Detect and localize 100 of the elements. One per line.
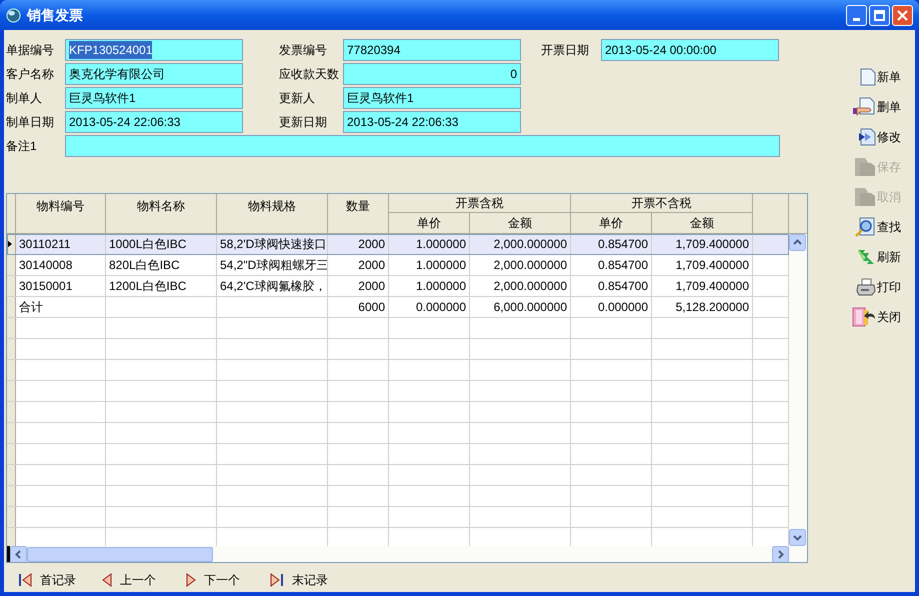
input-field[interactable] xyxy=(65,135,780,157)
input-field[interactable]: 2013-05-24 22:06:33 xyxy=(65,111,243,133)
folder-icon xyxy=(854,187,876,207)
toolbar-button[interactable]: 关闭 xyxy=(852,302,915,332)
field-label: 制单人 xyxy=(6,90,42,107)
nav-button[interactable]: 上一个 xyxy=(102,571,186,589)
window-title: 销售发票 xyxy=(27,6,83,24)
table-row[interactable]: 30110211 1000L白色IBC 58,2'D球阀快速接口 2000 1.000000 2,000.000000 0.854700 1,709.400000 xyxy=(7,234,789,255)
toolbar-button[interactable]: 新单 xyxy=(852,62,915,92)
document-icon xyxy=(860,68,876,86)
toolbar-button[interactable]: 打印 xyxy=(852,272,915,302)
last-record-icon xyxy=(270,573,284,587)
table-cell: 0.854700 xyxy=(571,234,652,254)
input-field[interactable]: 奥克化学有限公司 xyxy=(65,63,243,85)
folder-icon xyxy=(854,157,876,177)
table-cell: 1.000000 xyxy=(389,255,470,275)
column-header[interactable]: 单价 xyxy=(571,213,652,233)
table-cell: 5,128.200000 xyxy=(652,297,753,317)
table-cell: 0.854700 xyxy=(571,276,652,296)
column-group-header[interactable]: 开票不含税 xyxy=(571,194,753,213)
hand-document-icon xyxy=(852,97,876,117)
minimize-icon xyxy=(853,18,860,20)
scroll-right-icon xyxy=(772,546,789,562)
column-header[interactable]: 数量 xyxy=(328,194,389,233)
field-label: 备注1 xyxy=(6,138,37,155)
field-label: 制单日期 xyxy=(6,114,54,131)
column-header[interactable]: 物料编号 xyxy=(16,194,106,233)
toolbar-button[interactable]: 查找 xyxy=(852,212,915,242)
maximize-icon xyxy=(874,10,885,20)
field-label: 更新日期 xyxy=(279,114,327,131)
forward-document-icon xyxy=(858,128,876,146)
input-field[interactable]: 巨灵鸟软件1 xyxy=(343,87,521,109)
field-label: 开票日期 xyxy=(541,42,589,59)
table-cell: 1.000000 xyxy=(389,276,470,296)
input-field[interactable]: 77820394 xyxy=(343,39,521,61)
table-cell: 2000 xyxy=(328,255,389,275)
scroll-down-icon xyxy=(789,529,806,546)
input-field[interactable]: 巨灵鸟软件1 xyxy=(65,87,243,109)
toolbar-button[interactable]: 删单 xyxy=(852,92,915,122)
scroll-up-icon xyxy=(789,234,806,251)
table-cell: 30110211 xyxy=(16,234,106,254)
table-cell: 2,000.000000 xyxy=(470,255,571,275)
printer-icon xyxy=(856,278,876,296)
table-cell: 30140008 xyxy=(16,255,106,275)
table-cell: 6,000.000000 xyxy=(470,297,571,317)
table-cell: 58,2'D球阀快速接口 xyxy=(217,234,328,254)
nav-button[interactable]: 末记录 xyxy=(270,571,354,589)
table-row[interactable]: 合计 6000 0.000000 6,000.000000 0.000000 5,128.200000 xyxy=(7,297,789,318)
nav-button[interactable]: 首记录 xyxy=(18,571,102,589)
exit-door-icon xyxy=(852,307,876,327)
row-header[interactable] xyxy=(7,234,16,254)
table-cell: 820L白色IBC xyxy=(106,255,217,275)
search-icon xyxy=(854,217,876,237)
maximize-button[interactable] xyxy=(869,4,890,26)
table-cell: 30150001 xyxy=(16,276,106,296)
input-field[interactable]: 2013-05-24 22:06:33 xyxy=(343,111,521,133)
table-cell: 1000L白色IBC xyxy=(106,234,217,254)
nav-button[interactable]: 下一个 xyxy=(186,571,270,589)
close-button[interactable] xyxy=(892,4,913,26)
toolbar-button[interactable]: 修改 xyxy=(852,122,915,152)
table-cell: 2000 xyxy=(328,276,389,296)
table-cell: 1,709.400000 xyxy=(652,234,753,254)
globe-icon xyxy=(6,8,21,22)
field-label: 单据编号 xyxy=(6,42,54,59)
column-group-header[interactable]: 开票含税 xyxy=(389,194,571,213)
first-record-icon xyxy=(18,573,32,587)
refresh-icon xyxy=(856,247,876,267)
field-label: 发票编号 xyxy=(279,42,327,59)
table-cell: 1.000000 xyxy=(389,234,470,254)
table-cell: 0.000000 xyxy=(571,297,652,317)
input-field[interactable]: 0 xyxy=(343,63,521,85)
minimize-button[interactable] xyxy=(846,4,867,26)
field-label: 应收款天数 xyxy=(279,66,339,83)
input-field[interactable]: 2013-05-24 00:00:00 xyxy=(601,39,779,61)
input-field[interactable]: KFP130524001 xyxy=(65,39,243,61)
vertical-scrollbar[interactable] xyxy=(789,234,807,546)
table-cell: 2000 xyxy=(328,234,389,254)
table-cell: 2,000.000000 xyxy=(470,276,571,296)
column-header[interactable]: 物料名称 xyxy=(106,194,217,233)
table-cell: 1200L白色IBC xyxy=(106,276,217,296)
row-pointer-icon xyxy=(7,240,12,248)
table-cell: 合计 xyxy=(16,297,106,317)
table-cell: 0.000000 xyxy=(389,297,470,317)
close-icon xyxy=(897,10,908,20)
table-cell: 0.854700 xyxy=(571,255,652,275)
field-label: 更新人 xyxy=(279,90,315,107)
table-cell: 6000 xyxy=(328,297,389,317)
column-header[interactable]: 单价 xyxy=(389,213,470,233)
column-header[interactable]: 金额 xyxy=(652,213,753,233)
horizontal-scrollbar[interactable] xyxy=(7,546,807,562)
table-cell: 64,2'C球阀氟橡胶， xyxy=(217,276,328,296)
toolbar-button[interactable]: 刷新 xyxy=(852,242,915,272)
table-cell: 2,000.000000 xyxy=(470,234,571,254)
table-cell: 1,709.400000 xyxy=(652,276,753,296)
field-label: 客户名称 xyxy=(6,66,54,83)
next-icon xyxy=(186,573,196,587)
column-header[interactable]: 金额 xyxy=(470,213,571,233)
table-row[interactable]: 30150001 1200L白色IBC 64,2'C球阀氟橡胶， 2000 1.000000 2,000.000000 0.854700 1,709.400000 xyxy=(7,276,789,297)
column-header[interactable]: 物料规格 xyxy=(217,194,328,233)
previous-icon xyxy=(102,573,112,587)
